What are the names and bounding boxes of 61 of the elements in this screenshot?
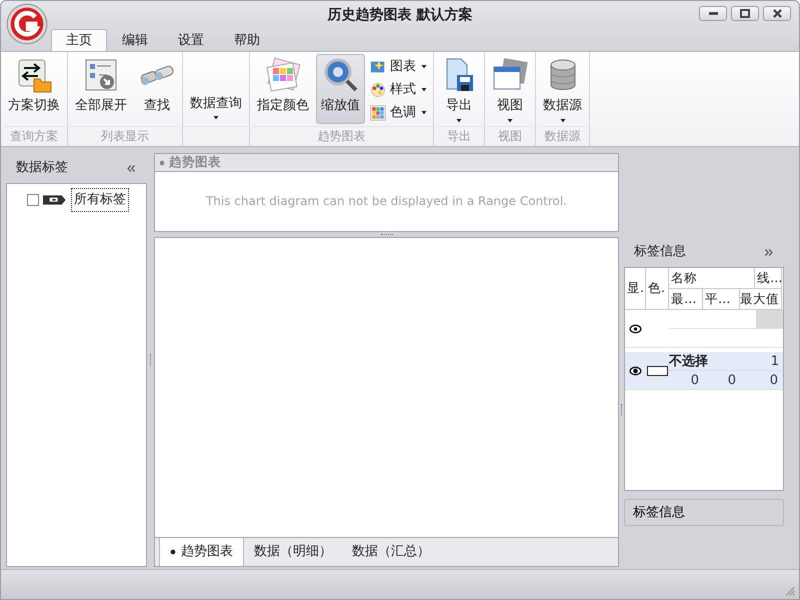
switch-folder-icon <box>16 57 52 93</box>
group-label: 视图 <box>498 129 522 143</box>
maximize-button[interactable] <box>731 6 759 21</box>
bullet-icon <box>159 160 165 166</box>
view-tab[interactable]: 数据（汇总） <box>342 538 440 566</box>
panel-title: 数据标签 <box>16 159 68 178</box>
ribbon-button[interactable]: 图表 <box>367 56 431 78</box>
ribbon-tab[interactable]: 帮助 <box>219 29 275 51</box>
ribbon-button[interactable]: 视图 <box>487 54 533 124</box>
grid-row[interactable]: 不选择 1 0 0 0 <box>625 352 783 390</box>
ribbon-button[interactable]: 方案切换 <box>3 54 65 124</box>
range-message: This chart diagram can not be displayed in a Range Control. <box>206 193 568 210</box>
group-label: 查询方案 <box>10 129 58 143</box>
grid-cell <box>756 310 783 328</box>
color-grid-icon <box>370 105 386 121</box>
ribbon-button[interactable]: 色调 <box>367 102 431 124</box>
double-chevron-left-icon <box>126 163 137 174</box>
close-button[interactable] <box>763 6 791 21</box>
ribbon-button[interactable]: 查找 <box>134 54 180 124</box>
checkbox[interactable] <box>27 194 39 206</box>
ribbon-button[interactable]: 指定颜色 <box>252 54 314 124</box>
view-tab[interactable]: 数据（明细） <box>244 538 342 566</box>
value-text: 0 <box>768 372 779 389</box>
group-label: 列表显示 <box>101 129 149 143</box>
minimize-icon <box>708 12 718 15</box>
panel-title: 标签信息 <box>634 243 686 262</box>
ribbon-button[interactable]: 数据查询 <box>185 54 247 124</box>
value-text: 0 <box>726 372 737 389</box>
ribbon-tab[interactable]: 编辑 <box>107 29 163 51</box>
column-header: 名称 <box>669 268 755 289</box>
tree-expand-icon <box>83 57 119 93</box>
ribbon-button[interactable]: 全部展开 <box>70 54 132 124</box>
panel-title: 趋势图表 <box>169 153 221 172</box>
app-logo-icon <box>6 3 48 45</box>
ribbon-button[interactable]: 导出 <box>436 54 482 124</box>
palette-icon <box>370 82 386 98</box>
ribbon-button[interactable]: 数据源 <box>538 54 587 124</box>
ribbon-tab[interactable]: 设置 <box>163 29 219 51</box>
tree-item[interactable]: 所有标签 <box>71 188 129 212</box>
bullet-icon <box>170 549 176 555</box>
value-text: 0 <box>690 372 700 389</box>
line-number: 1 <box>770 353 780 370</box>
group-label: 数据源 <box>544 129 580 143</box>
panel-tab[interactable]: 标签信息 <box>624 499 784 526</box>
ribbon-button[interactable]: 缩放值 <box>316 54 365 124</box>
view-tab[interactable]: 趋势图表 <box>159 538 244 566</box>
window-title: 历史趋势图表 默认方案 <box>328 6 472 24</box>
close-icon <box>772 9 782 18</box>
resize-grip-icon <box>783 584 795 596</box>
group-label: 趋势图表 <box>318 129 366 143</box>
maximize-icon <box>740 9 750 18</box>
magnifier-icon <box>322 57 358 93</box>
double-chevron-right-icon <box>763 247 774 258</box>
group-label: 导出 <box>447 129 471 143</box>
ribbon-button[interactable]: 样式 <box>367 79 431 101</box>
tag-name: 不选择 <box>669 353 708 370</box>
column-header: 线… <box>755 268 782 289</box>
minimize-button[interactable] <box>699 6 727 21</box>
chart-sparkle-icon <box>370 59 386 75</box>
tag-icon <box>43 194 67 206</box>
ribbon-tab[interactable]: 主页 <box>51 29 107 51</box>
